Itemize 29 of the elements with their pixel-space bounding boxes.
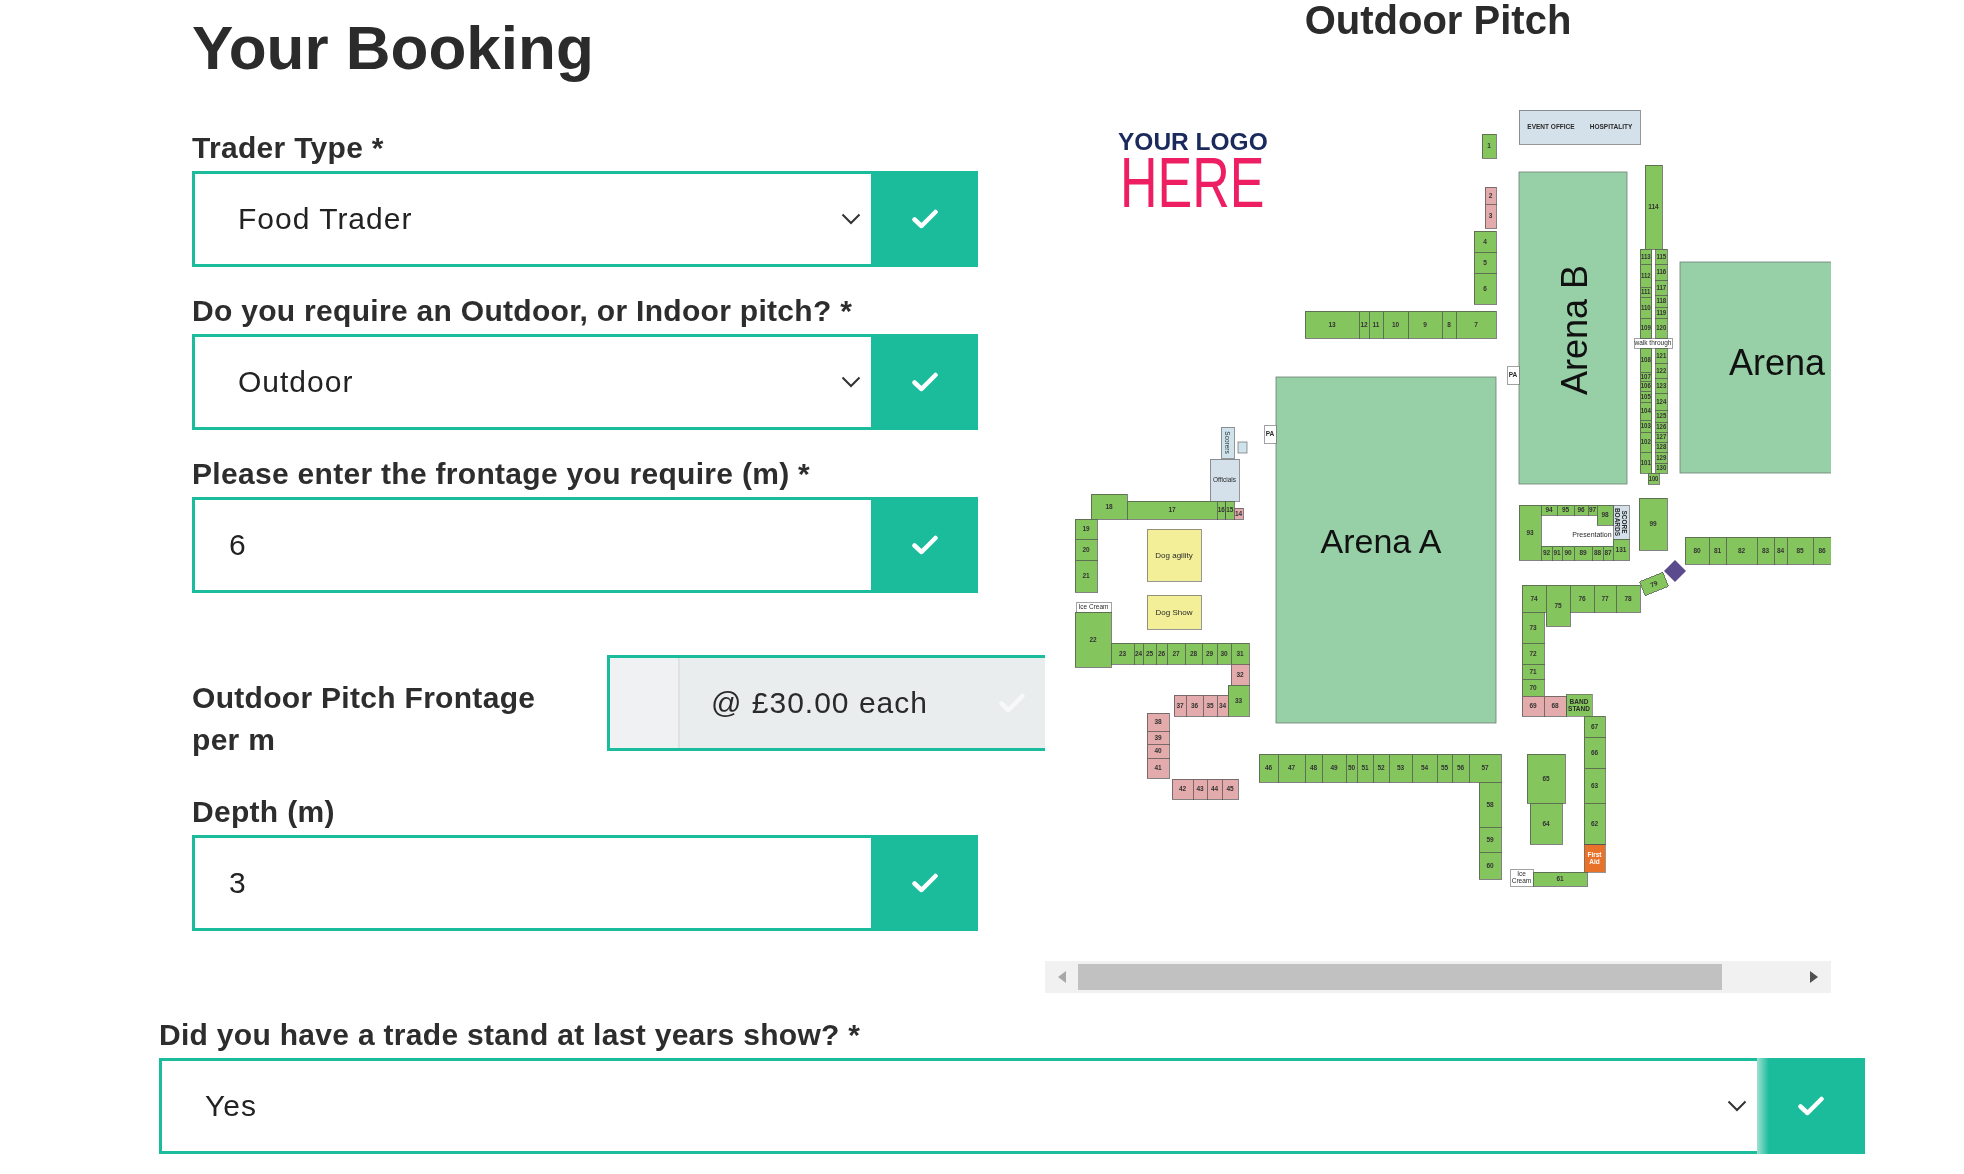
input-field[interactable]: 3 — [192, 835, 871, 931]
arena-field: Arena B — [1518, 171, 1628, 485]
input-field[interactable]: 6 — [192, 497, 871, 593]
select-field[interactable]: Outdoor — [192, 334, 871, 430]
field-label: Trader Type * — [192, 131, 384, 165]
activity-area: Dog Show — [1146, 594, 1202, 630]
scrollbar-thumb[interactable] — [1078, 964, 1722, 990]
field-label: Please enter the frontage you require (m) * — [192, 457, 811, 491]
chevron-down-icon — [1727, 1100, 1747, 1112]
chevron-down-icon — [841, 376, 861, 388]
caret-right-icon[interactable] — [1810, 971, 1818, 983]
diamond-icon — [1664, 560, 1686, 582]
horizontal-scrollbar[interactable] — [1045, 961, 1831, 993]
chevron-down-icon — [841, 213, 861, 225]
price-text: @ £30.00 each — [711, 686, 928, 720]
small-block-icon — [1237, 441, 1248, 454]
select-field[interactable]: Food Trader — [192, 171, 871, 267]
caret-left-icon[interactable] — [1058, 971, 1066, 983]
logo: YOUR LOGO HERE — [1118, 128, 1268, 222]
field-label: Depth (m) — [192, 795, 335, 829]
arena-field: Arena A — [1275, 376, 1497, 724]
field-label: Do you require an Outdoor, or Indoor pitch? * — [192, 294, 853, 328]
section-title: Outdoor Pitch — [1304, 0, 1572, 40]
select-field[interactable]: Yes — [159, 1058, 1757, 1154]
page-title: Your Booking — [192, 12, 594, 84]
arena-field: Arena — [1679, 261, 1831, 474]
field-label: Outdoor Pitch Frontage per m — [192, 680, 537, 758]
activity-area: Dog agility — [1146, 528, 1202, 582]
field-label: Did you have a trade stand at last years show? * — [159, 1018, 861, 1052]
